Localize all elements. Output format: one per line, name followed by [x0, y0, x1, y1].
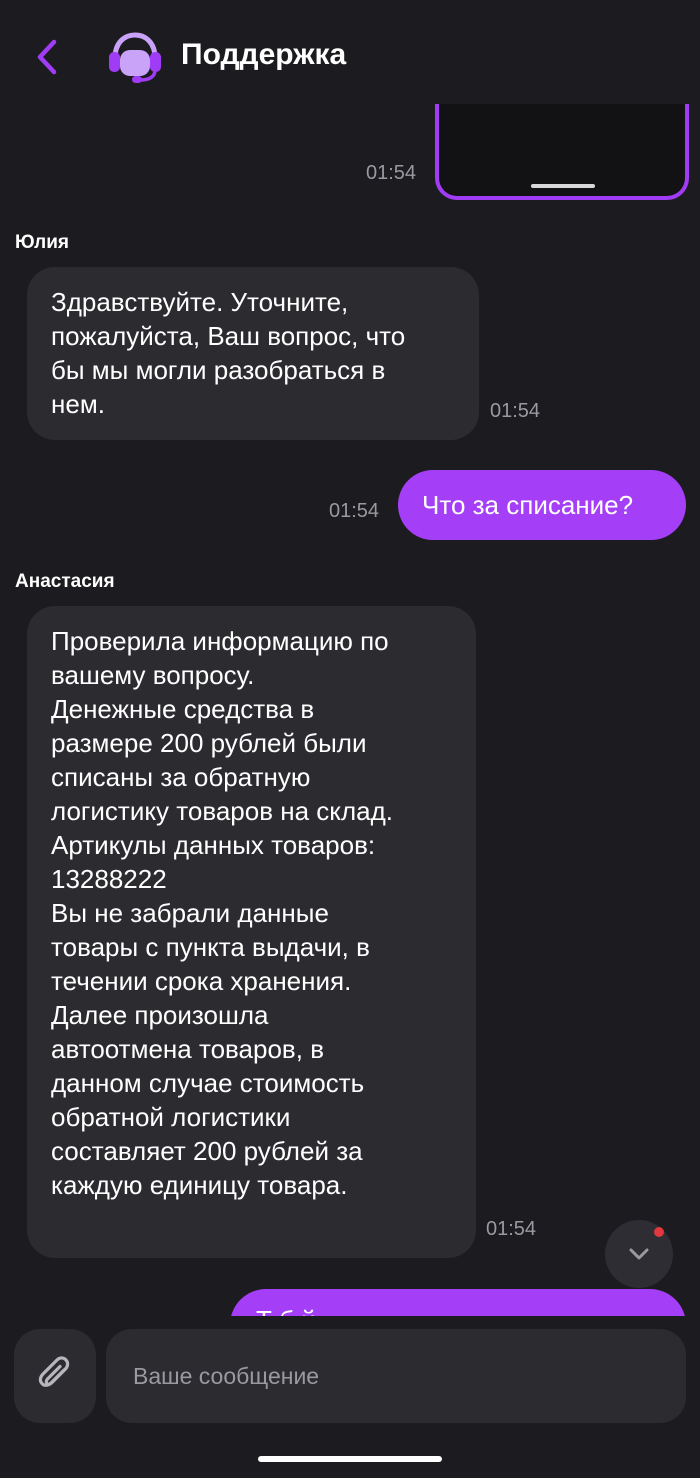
home-indicator [258, 1456, 442, 1462]
message-input[interactable] [106, 1329, 686, 1423]
media-home-bar [531, 184, 595, 188]
outgoing-message: Что за списание? [398, 470, 686, 540]
paperclip-icon [38, 1356, 70, 1387]
chevron-down-icon [629, 1248, 649, 1260]
message-timestamp: 01:54 [329, 500, 380, 522]
outgoing-message: Т б й [230, 1289, 686, 1316]
message-timestamp: 01:54 [490, 400, 541, 422]
chat-header: Поддержка [0, 0, 700, 104]
chevron-left-icon [37, 39, 57, 75]
incoming-message: Здравствуйте. Уточните, пожалуйста, Ваш … [27, 267, 479, 440]
message-timestamp: 01:54 [366, 162, 417, 184]
message-composer [0, 1316, 700, 1478]
message-list[interactable]: 01:54 Юлия Здравствуйте. Уточните, пожал… [0, 104, 700, 1316]
incoming-message: Проверила информацию по вашему вопросу. … [27, 606, 476, 1258]
media-attachment[interactable] [435, 104, 689, 200]
headset-icon [106, 30, 164, 84]
page-title: Поддержка [181, 38, 347, 71]
unread-indicator [654, 1227, 664, 1237]
message-timestamp: 01:54 [486, 1218, 537, 1240]
attach-button[interactable] [14, 1329, 96, 1423]
sender-name: Анастасия [15, 571, 115, 592]
back-button[interactable] [30, 36, 66, 78]
sender-name: Юлия [15, 232, 69, 253]
